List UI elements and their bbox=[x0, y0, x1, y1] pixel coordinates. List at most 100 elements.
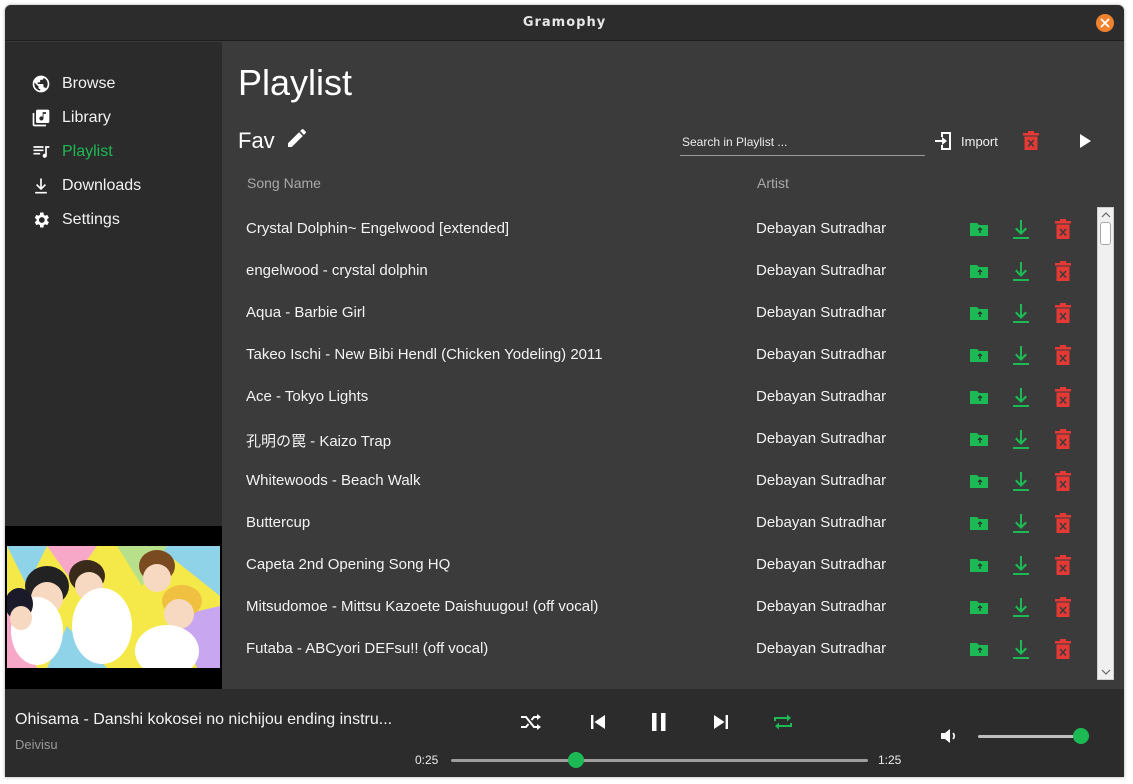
download-button[interactable] bbox=[1010, 302, 1032, 324]
import-button[interactable]: Import bbox=[935, 129, 998, 153]
remove-song-button[interactable] bbox=[1052, 470, 1074, 492]
table-row[interactable]: Capeta 2nd Opening Song HQ Debayan Sutrad… bbox=[222, 544, 1092, 586]
column-header-song[interactable]: Song Name bbox=[247, 175, 321, 191]
volume-track bbox=[978, 735, 1083, 738]
table-row[interactable]: Buttercup Debayan Sutradhar bbox=[222, 502, 1092, 544]
remove-song-button[interactable] bbox=[1052, 344, 1074, 366]
page-title: Playlist bbox=[238, 62, 353, 103]
table-row[interactable]: Whitewoods - Beach Walk Debayan Sutradhar bbox=[222, 460, 1092, 502]
column-header-artist[interactable]: Artist bbox=[757, 175, 789, 191]
open-folder-button[interactable] bbox=[968, 260, 990, 282]
download-button[interactable] bbox=[1010, 638, 1032, 660]
volume-slider[interactable] bbox=[978, 727, 1089, 745]
sidebar-item-label: Playlist bbox=[62, 143, 113, 160]
open-folder-button[interactable] bbox=[968, 638, 990, 660]
sidebar-item-library[interactable]: Library bbox=[31, 105, 111, 131]
scrollbar-thumb[interactable] bbox=[1100, 222, 1111, 245]
download-icon bbox=[1010, 346, 1032, 370]
remove-song-button[interactable] bbox=[1052, 302, 1074, 324]
open-folder-button[interactable] bbox=[968, 554, 990, 576]
next-button[interactable] bbox=[708, 709, 734, 735]
download-button[interactable] bbox=[1010, 470, 1032, 492]
playlist-name: Fav bbox=[238, 128, 275, 153]
song-name: Buttercup bbox=[246, 514, 311, 531]
trash-icon bbox=[1052, 513, 1074, 538]
search-playlist-field[interactable] bbox=[680, 129, 925, 156]
sidebar-item-label: Downloads bbox=[62, 177, 142, 194]
sidebar-item-playlist[interactable]: Playlist bbox=[31, 139, 113, 165]
previous-button[interactable] bbox=[585, 709, 611, 735]
skip-next-icon bbox=[714, 715, 728, 729]
edit-playlist-button[interactable] bbox=[285, 126, 309, 150]
seek-knob[interactable] bbox=[568, 752, 585, 768]
download-button[interactable] bbox=[1010, 512, 1032, 534]
table-row[interactable]: Mitsudomoe - Mittsu Kazoete Daishuugou! … bbox=[222, 586, 1092, 628]
delete-playlist-button[interactable] bbox=[1021, 130, 1041, 152]
search-input[interactable] bbox=[680, 129, 925, 155]
pause-button[interactable] bbox=[646, 709, 672, 735]
remove-song-button[interactable] bbox=[1052, 554, 1074, 576]
download-button[interactable] bbox=[1010, 428, 1032, 450]
scroll-up-icon[interactable] bbox=[1101, 210, 1111, 220]
song-name: Crystal Dolphin~ Engelwood [extended] bbox=[246, 220, 510, 237]
table-row[interactable]: engelwood - crystal dolphin Debayan Sutra… bbox=[222, 250, 1092, 292]
remove-song-button[interactable] bbox=[1052, 512, 1074, 534]
download-button[interactable] bbox=[1010, 596, 1032, 618]
remove-song-button[interactable] bbox=[1052, 638, 1074, 660]
remove-song-button[interactable] bbox=[1052, 386, 1074, 408]
import-icon bbox=[935, 132, 951, 150]
volume-knob[interactable] bbox=[1073, 728, 1089, 744]
scroll-down-icon[interactable] bbox=[1101, 667, 1111, 677]
download-button[interactable] bbox=[1010, 344, 1032, 366]
player-bar: Ohisama - Danshi kokosei no nichijou end… bbox=[5, 689, 1124, 777]
song-artist: Debayan Sutradhar bbox=[756, 430, 887, 447]
now-playing-artist: Deivisu bbox=[15, 737, 58, 752]
song-list: Crystal Dolphin~ Engelwood [extended] Deb… bbox=[222, 208, 1092, 688]
table-row[interactable]: Aqua - Barbie Girl Debayan Sutradhar bbox=[222, 292, 1092, 334]
download-button[interactable] bbox=[1010, 386, 1032, 408]
close-button[interactable] bbox=[1096, 14, 1114, 32]
folder-icon bbox=[968, 559, 990, 580]
open-folder-button[interactable] bbox=[968, 428, 990, 450]
remove-song-button[interactable] bbox=[1052, 428, 1074, 450]
table-row[interactable]: Crystal Dolphin~ Engelwood [extended] Deb… bbox=[222, 208, 1092, 250]
open-folder-button[interactable] bbox=[968, 596, 990, 618]
download-button[interactable] bbox=[1010, 554, 1032, 576]
sidebar-item-label: Settings bbox=[62, 211, 120, 228]
trash-icon bbox=[1052, 345, 1074, 370]
volume-button[interactable] bbox=[938, 725, 960, 747]
open-folder-button[interactable] bbox=[968, 218, 990, 240]
song-name: 孔明の罠 - Kaizo Trap bbox=[246, 433, 392, 450]
window-title: Gramophy bbox=[522, 15, 607, 30]
remove-song-button[interactable] bbox=[1052, 218, 1074, 240]
table-row[interactable]: Takeo Ischi - New Bibi Hendl (Chicken Yo… bbox=[222, 334, 1092, 376]
scrollbar[interactable] bbox=[1097, 207, 1114, 680]
song-artist: Debayan Sutradhar bbox=[756, 640, 887, 657]
open-folder-button[interactable] bbox=[968, 344, 990, 366]
download-button[interactable] bbox=[1010, 260, 1032, 282]
seek-slider[interactable] bbox=[451, 751, 868, 769]
remove-song-button[interactable] bbox=[1052, 260, 1074, 282]
table-row[interactable]: Ace - Tokyo Lights Debayan Sutradhar bbox=[222, 376, 1092, 418]
download-icon bbox=[1010, 598, 1032, 622]
table-row[interactable]: 孔明の罠 - Kaizo Trap Debayan Sutradhar bbox=[222, 418, 1092, 460]
open-folder-button[interactable] bbox=[968, 386, 990, 408]
sidebar-item-browse[interactable]: Browse bbox=[31, 71, 115, 97]
now-playing-title: Ohisama - Danshi kokosei no nichijou end… bbox=[15, 711, 393, 728]
download-button[interactable] bbox=[1010, 218, 1032, 240]
shuffle-button[interactable] bbox=[518, 709, 544, 735]
download-icon bbox=[1010, 556, 1032, 580]
sidebar-item-settings[interactable]: Settings bbox=[31, 207, 120, 233]
play-playlist-button[interactable] bbox=[1075, 131, 1095, 151]
download-icon bbox=[1010, 514, 1032, 538]
song-name: Aqua - Barbie Girl bbox=[246, 304, 366, 321]
song-artist: Debayan Sutradhar bbox=[756, 304, 887, 321]
open-folder-button[interactable] bbox=[968, 302, 990, 324]
remove-song-button[interactable] bbox=[1052, 596, 1074, 618]
open-folder-button[interactable] bbox=[968, 512, 990, 534]
sidebar-item-downloads[interactable]: Downloads bbox=[31, 173, 141, 199]
song-name: Takeo Ischi - New Bibi Hendl (Chicken Yo… bbox=[246, 346, 603, 363]
table-row[interactable]: Futaba - ABCyori DEFsu!! (off vocal) Deba… bbox=[222, 628, 1092, 670]
repeat-button[interactable] bbox=[770, 709, 796, 735]
open-folder-button[interactable] bbox=[968, 470, 990, 492]
